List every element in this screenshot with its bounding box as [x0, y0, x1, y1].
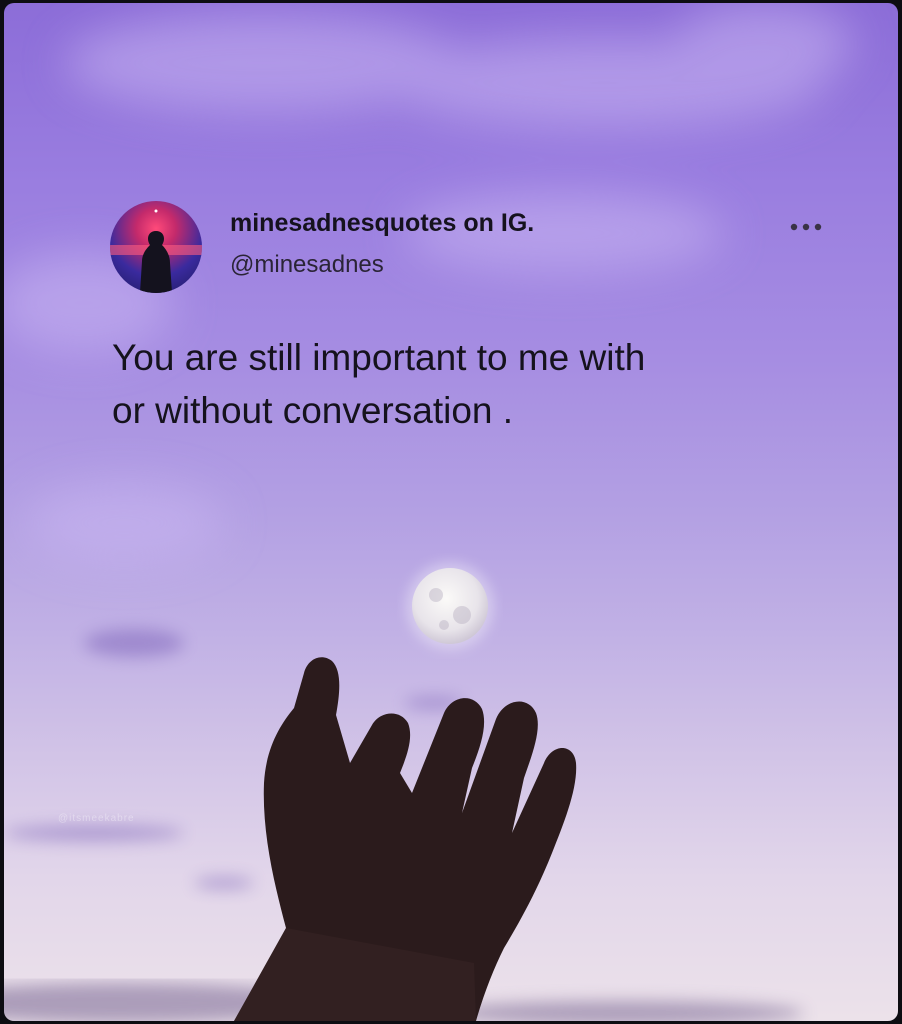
- quote-line-1: You are still important to me with: [112, 337, 646, 378]
- avatar[interactable]: [110, 201, 202, 293]
- moon-and-hand-illustration: [234, 562, 577, 1021]
- watermark-text: @itsmeekabre: [58, 813, 135, 824]
- account-handle[interactable]: @minesadnes: [230, 251, 384, 279]
- more-horizontal-icon[interactable]: [786, 215, 826, 239]
- quote-text: You are still important to me with or wi…: [112, 331, 832, 437]
- quote-line-2: or without conversation .: [112, 390, 514, 431]
- avatar-silhouette-icon: [110, 209, 202, 293]
- account-name[interactable]: minesadnesquotes on IG.: [230, 209, 534, 238]
- post-header: minesadnesquotes on IG. @minesadnes: [110, 201, 830, 301]
- moon: [412, 568, 488, 644]
- post-image: @itsmeekabre minesadnesquotes on IG. @mi…: [4, 3, 898, 1021]
